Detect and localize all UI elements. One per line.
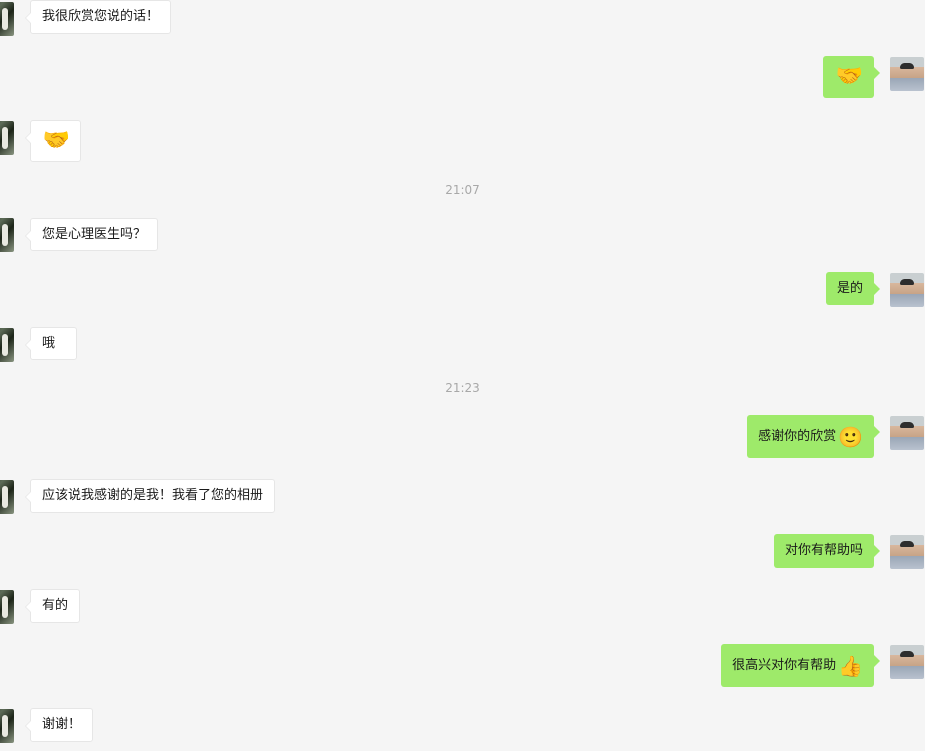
incoming-message[interactable]: 🤝 <box>25 120 81 162</box>
contact-avatar[interactable] <box>0 328 14 362</box>
self-avatar[interactable] <box>890 273 924 307</box>
message-text: 感谢你的欣赏 <box>758 428 837 444</box>
contact-avatar[interactable] <box>0 121 14 155</box>
message-text: 有的 <box>42 598 69 613</box>
incoming-message[interactable]: 哦 <box>25 327 77 360</box>
self-avatar[interactable] <box>890 57 924 91</box>
message-text: 是的 <box>836 280 863 296</box>
outgoing-message[interactable]: 是的 <box>825 272 881 305</box>
message-text: 谢谢！ <box>42 717 82 732</box>
outgoing-message[interactable]: 🤝 <box>823 56 880 98</box>
chat-window: 我很欣赏您说的话！ 🤝 🤝 21:07 您是心理医生吗？ 是的 哦 21:23 … <box>0 0 925 751</box>
incoming-message[interactable]: 应该说我感谢的是我！我看了您的相册 <box>24 479 276 513</box>
contact-avatar[interactable] <box>0 590 14 624</box>
contact-avatar[interactable] <box>0 2 14 36</box>
message-text: 您是心理医生吗？ <box>42 226 147 242</box>
incoming-message[interactable]: 我很欣赏您说的话！ <box>24 0 172 34</box>
smile-icon: 🙂 <box>838 424 863 449</box>
contact-avatar[interactable] <box>0 218 14 252</box>
handshake-icon: 🤝 <box>42 128 71 153</box>
contact-avatar[interactable] <box>0 709 14 743</box>
message-text: 对你有帮助吗 <box>784 543 863 558</box>
message-text: 我很欣赏您说的话！ <box>42 9 160 24</box>
message-text: 哦 <box>42 335 56 351</box>
outgoing-message[interactable]: 很高兴对你有帮助 👍 <box>721 644 880 687</box>
self-avatar[interactable] <box>890 416 924 450</box>
outgoing-message[interactable]: 对你有帮助吗 <box>773 534 881 568</box>
self-avatar[interactable] <box>890 535 924 569</box>
timestamp: 21:07 <box>445 183 480 197</box>
outgoing-message[interactable]: 感谢你的欣赏 🙂 <box>747 415 880 458</box>
thumbs-up-icon: 👍 <box>838 653 863 678</box>
message-text: 很高兴对你有帮助 <box>732 657 837 673</box>
incoming-message[interactable]: 您是心理医生吗？ <box>24 218 159 251</box>
handshake-icon: 🤝 <box>835 64 864 89</box>
timestamp: 21:23 <box>445 381 480 395</box>
self-avatar[interactable] <box>890 645 924 679</box>
incoming-message[interactable]: 有的 <box>25 589 80 623</box>
message-text: 应该说我感谢的是我！我看了您的相册 <box>42 488 264 503</box>
contact-avatar[interactable] <box>0 480 14 514</box>
incoming-message[interactable]: 谢谢！ <box>24 708 94 742</box>
